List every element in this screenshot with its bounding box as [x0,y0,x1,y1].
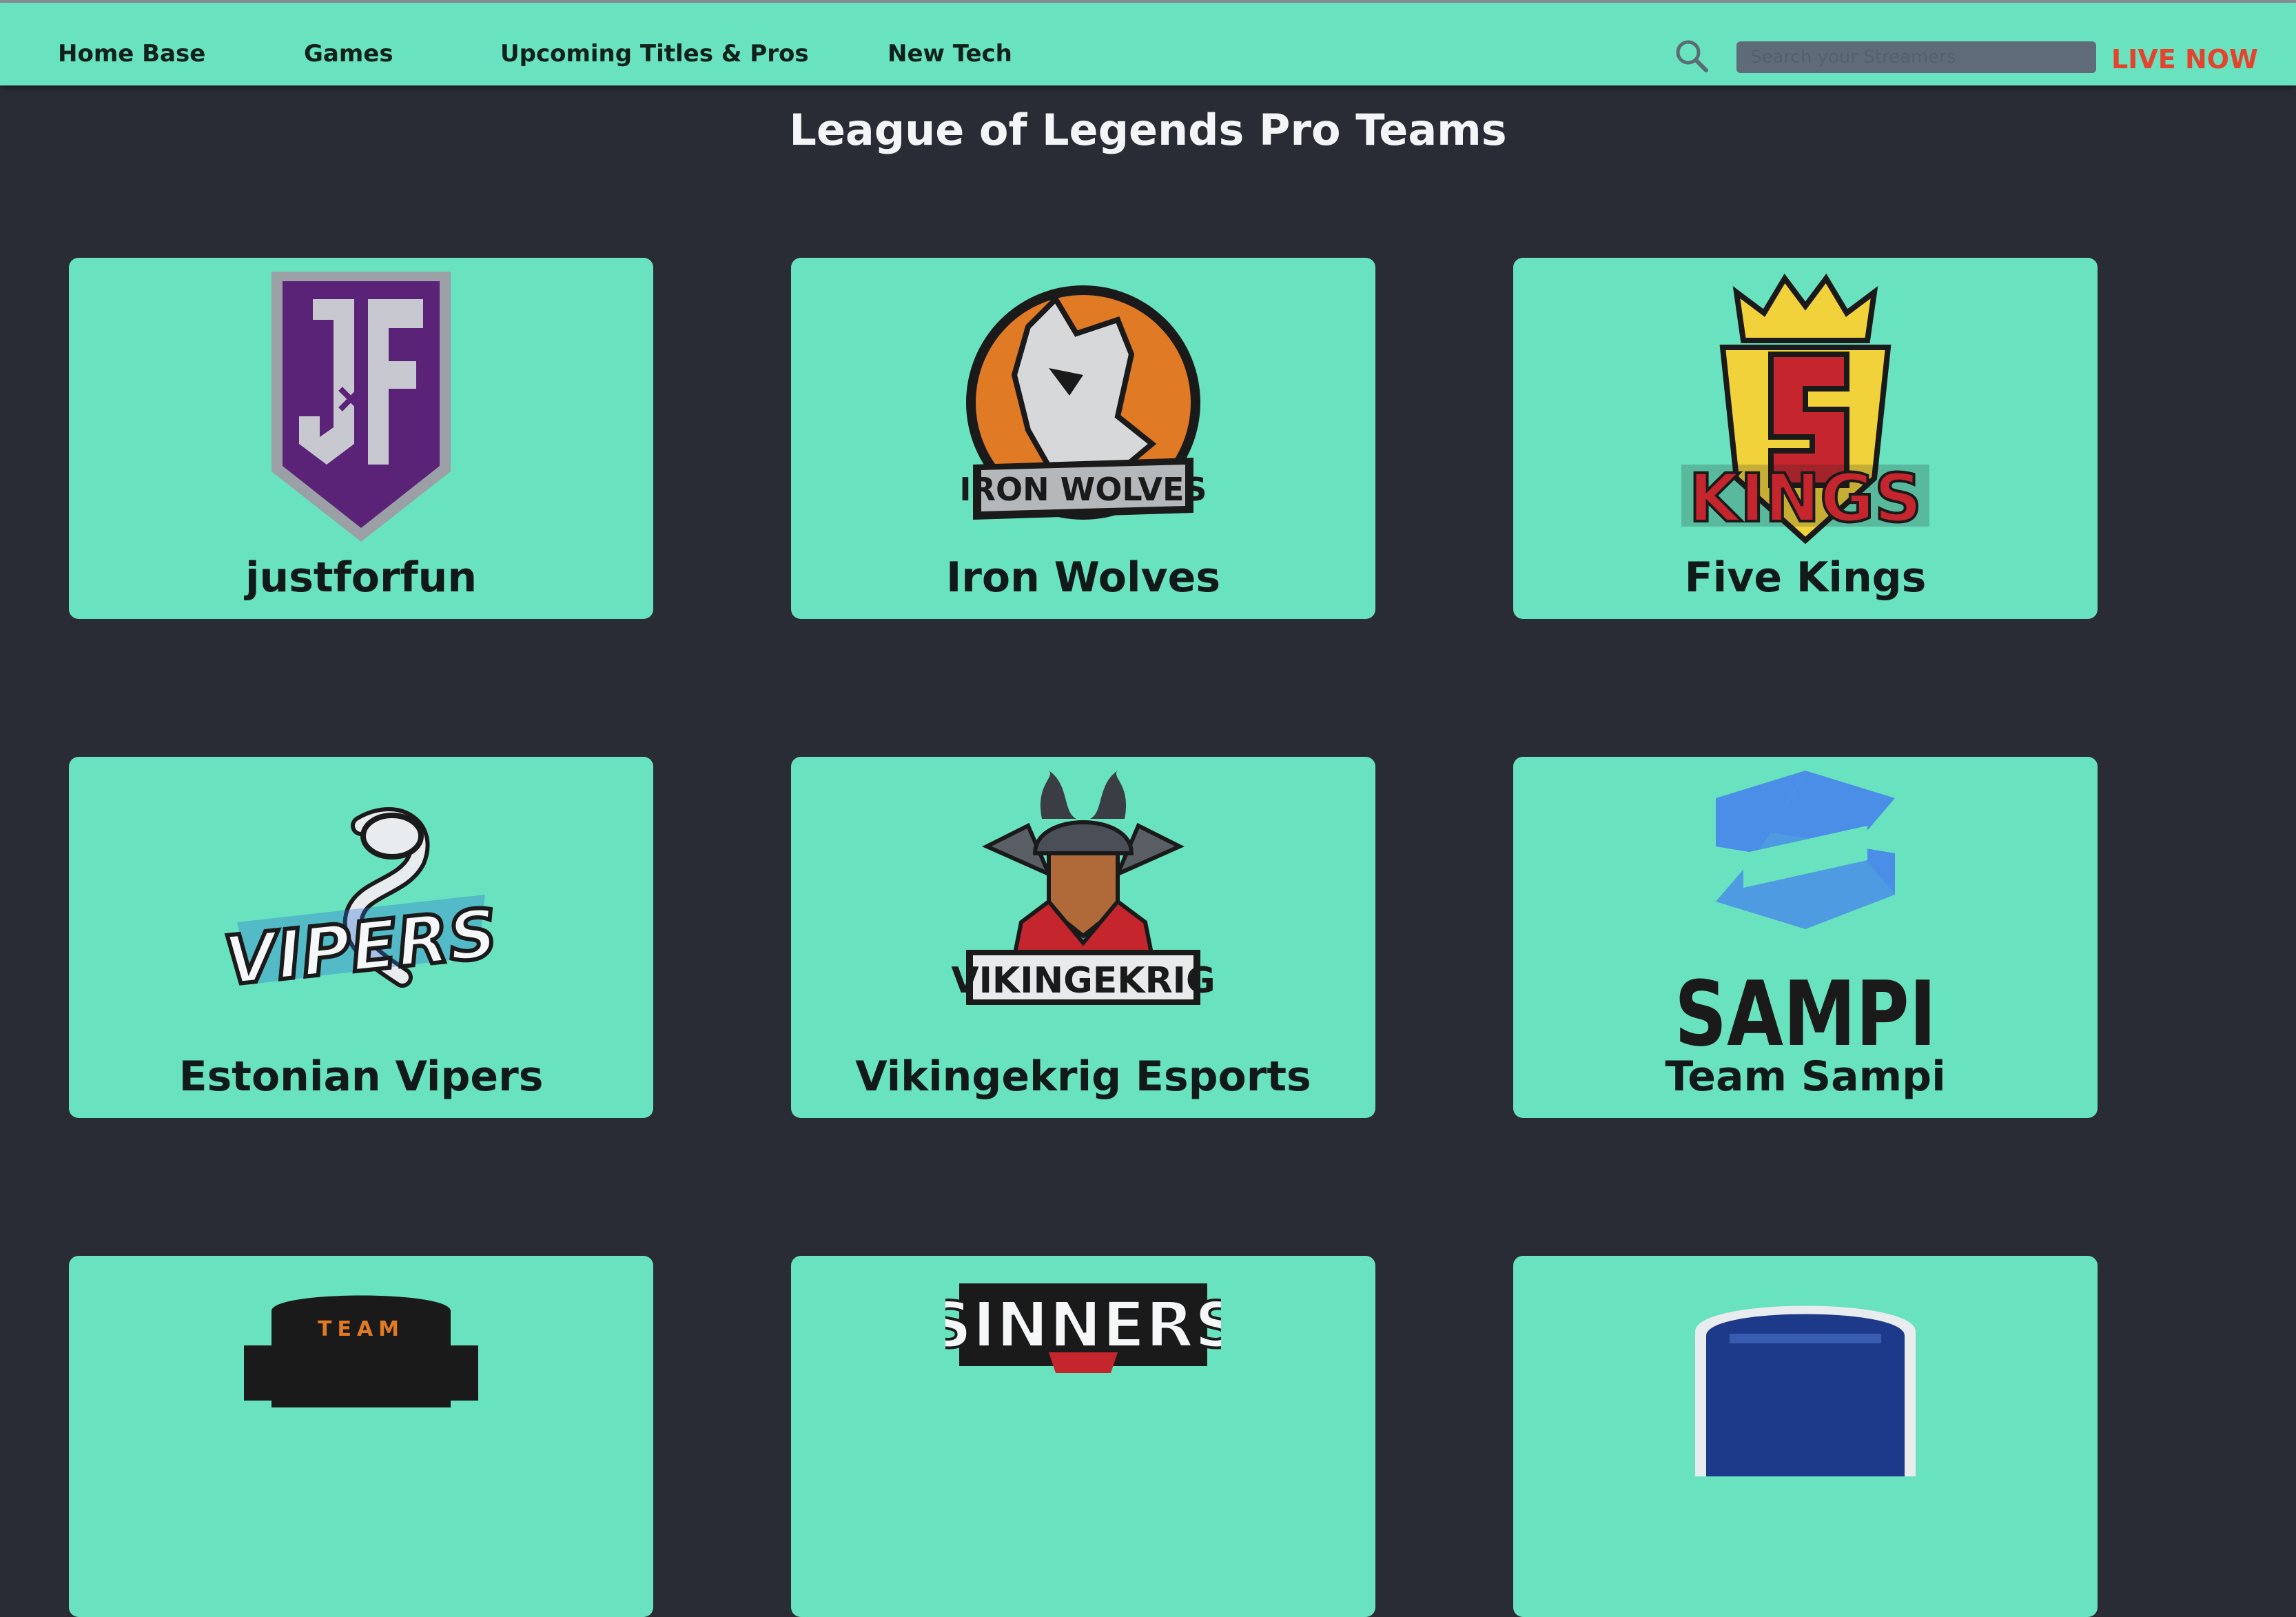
svg-text:KINGS: KINGS [1689,460,1922,537]
team-name [69,1548,653,1603]
team-card-blue-crest[interactable] [1513,1256,2098,1617]
nav-games[interactable]: Games [304,3,393,85]
svg-text:SINNERS: SINNERS [945,1288,1221,1362]
vipers-logo: VIPERS [223,771,499,1046]
team-card-estonian-vipers[interactable]: VIPERS Estonian Vipers [69,757,653,1118]
vikingekrig-logo: VIKINGEKRIG [945,771,1221,1046]
jf-shield-logo: JF [223,272,499,547]
sampi-logo: SAMPI [1668,771,1943,1046]
svg-text:IRON WOLVES: IRON WOLVES [959,471,1207,508]
five-kings-logo: KINGS [1668,272,1943,547]
svg-text:TEAM: TEAM [318,1317,404,1341]
team-card-brute[interactable]: TEAM [69,1256,653,1617]
nav-home-base[interactable]: Home Base [58,3,205,85]
page-title: League of Legends Pro Teams [789,105,1507,155]
svg-text:VIPERS: VIPERS [223,895,499,1001]
team-name: Iron Wolves [945,553,1221,602]
iron-wolves-logo: IRON WOLVES [945,272,1221,547]
team-card-justforfun[interactable]: JF justforfun [69,258,653,619]
svg-text:SAMPI: SAMPI [1674,962,1936,1046]
team-card-iron-wolves[interactable]: IRON WOLVES Iron Wolves [791,258,1375,619]
search-streamers-input[interactable] [1736,41,2096,73]
team-card-five-kings[interactable]: KINGS Five Kings [1513,258,2098,619]
team-card-vikingekrig-esports[interactable]: VIKINGEKRIG Vikingekrig Esports [791,757,1375,1118]
team-name: Vikingekrig Esports [855,1052,1311,1101]
team-name: justforfun [245,553,478,602]
blue-crest-logo [1668,1270,1943,1545]
team-name [791,1548,1375,1603]
team-name [1513,1548,2098,1603]
sinners-logo: SINNERS [945,1270,1221,1545]
team-name: Five Kings [1684,553,1927,602]
team-card-sinners[interactable]: SINNERS [791,1256,1375,1617]
team-name: Estonian Vipers [178,1052,544,1101]
team-brute-logo: TEAM [223,1270,499,1545]
team-name: Team Sampi [1665,1052,1946,1101]
top-nav-bar: Home Base Games Upcoming Titles & Pros N… [0,3,2296,85]
live-now-link[interactable]: LIVE NOW [2111,41,2258,77]
nav-upcoming-titles-pros[interactable]: Upcoming Titles & Pros [500,3,809,85]
nav-new-tech[interactable]: New Tech [888,3,1012,85]
svg-text:VIKINGEKRIG: VIKINGEKRIG [951,960,1215,1001]
team-card-team-sampi[interactable]: SAMPI Team Sampi [1513,757,2098,1118]
search-icon[interactable] [1673,37,1710,74]
